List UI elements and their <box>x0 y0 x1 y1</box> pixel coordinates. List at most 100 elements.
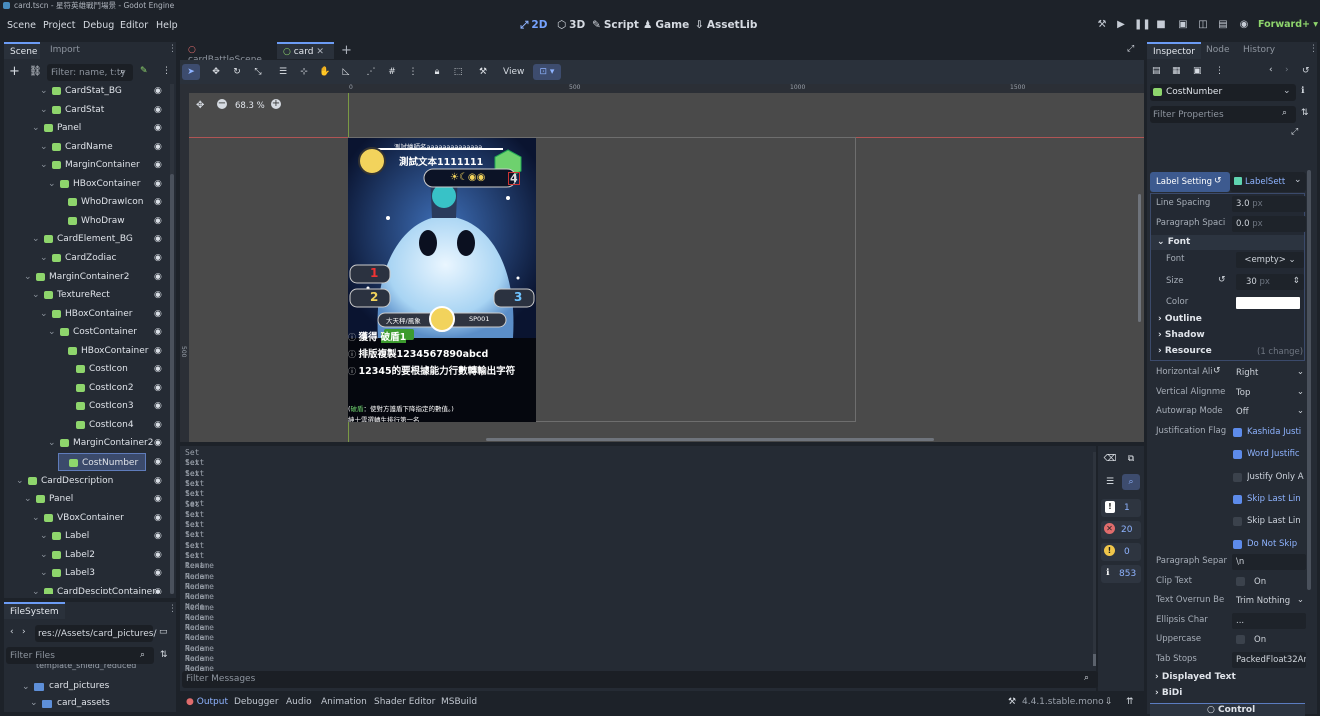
visibility-icon[interactable]: ◉ <box>154 327 163 337</box>
paragraph-spacing-row[interactable]: Paragraph Spaci 0.0 px <box>1150 214 1307 234</box>
tree-node[interactable]: ⌄ HBoxContainer <box>48 175 150 193</box>
resource-section[interactable]: › Resource <box>1158 346 1212 356</box>
fs-folder-card-assets[interactable]: ⌄ card_assets <box>30 698 170 712</box>
stop-icon[interactable]: ■ <box>1154 19 1168 32</box>
bone-icon[interactable]: ⚒ <box>474 64 492 80</box>
justification-flag[interactable]: Justify Only A <box>1230 468 1304 486</box>
tab-output[interactable]: ● Output <box>186 697 228 707</box>
back-icon[interactable]: ‹ <box>10 627 14 637</box>
fs-menu-icon[interactable]: ⋮ <box>168 604 177 614</box>
tree-node[interactable]: HBoxContainer <box>58 342 150 360</box>
error-count-toggle[interactable]: ✕ 20 <box>1101 521 1141 539</box>
copy-output-icon[interactable]: ⧉ <box>1122 451 1140 467</box>
property-settings-icon[interactable]: ⇅ <box>1301 108 1309 118</box>
menu-scene[interactable]: Scene <box>7 20 36 31</box>
remote-debug-icon[interactable]: ⚒ <box>1095 19 1109 32</box>
label-settings-resource[interactable]: LabelSett ⌄ <box>1230 172 1306 192</box>
smart-snap-icon[interactable]: ⋰ <box>362 64 380 80</box>
pause-icon[interactable]: ❚❚ <box>1134 19 1151 32</box>
tree-node[interactable]: ⌄ MarginContainer <box>40 156 150 174</box>
canvas-viewport[interactable]: 0 500 1000 1500 500 ✥ − 68.3 % + 測試繪師名aa… <box>180 84 1144 442</box>
visibility-icon[interactable]: ◉ <box>154 568 163 578</box>
visibility-icon[interactable]: ◉ <box>154 253 163 263</box>
visibility-icon[interactable]: ◉ <box>154 234 163 244</box>
open-resource-icon[interactable]: ▦ <box>1172 66 1181 76</box>
filter-search-icon[interactable]: ⌕ <box>1122 474 1140 490</box>
resource-menu-icon[interactable]: ⋮ <box>1215 66 1224 76</box>
workspace-script[interactable]: ✎ Script <box>592 19 639 31</box>
font-row[interactable]: Font <empty> ⌄ <box>1150 250 1307 270</box>
play-scene-icon[interactable]: ◫ <box>1196 19 1210 32</box>
tree-node[interactable]: ⌄ HBoxContainer <box>40 305 150 323</box>
visibility-icon[interactable]: ◉ <box>154 290 163 300</box>
expand-panel-icon[interactable]: ⇈ <box>1126 697 1134 707</box>
tree-node[interactable]: ⌄ CardZodiac <box>40 249 150 267</box>
rotate-tool-icon[interactable]: ↻ <box>228 64 246 80</box>
tree-node[interactable]: ⌄ CostContainer <box>48 323 150 341</box>
tree-node[interactable]: ⌄ Panel <box>24 490 150 508</box>
pin-icon[interactable]: ⇩ <box>1105 697 1113 707</box>
visibility-icon[interactable]: ◉ <box>154 550 163 560</box>
fs-item[interactable]: template_shield_reduced <box>36 664 166 672</box>
add-node-icon[interactable]: + <box>9 64 20 79</box>
visibility-icon[interactable]: ◉ <box>154 197 163 207</box>
ellipsis-char-row[interactable]: Ellipsis Char... <box>1150 611 1307 631</box>
tab-scene[interactable]: Scene <box>4 42 40 59</box>
tree-node[interactable]: CostIcon4 <box>66 416 150 434</box>
visibility-icon[interactable]: ◉ <box>154 513 163 523</box>
script-attach-icon[interactable]: ✎ <box>140 66 148 76</box>
pan-tool-icon[interactable]: ✋ <box>316 64 334 80</box>
inspector-scrollbar[interactable] <box>1307 170 1311 590</box>
tree-node[interactable]: ⌄ CardStat <box>40 101 150 119</box>
toggle-split-icon[interactable]: ▭ <box>159 627 168 637</box>
new-tab-icon[interactable]: + <box>341 43 352 58</box>
snap-menu-icon[interactable]: ⋮ <box>404 64 422 80</box>
lock-icon[interactable]: 🔒︎ <box>428 64 446 80</box>
link-icon[interactable]: ⛓ <box>29 66 42 77</box>
tree-node[interactable]: CostIcon2 <box>66 379 150 397</box>
paragraph-separator-row[interactable]: Paragraph Separ \n <box>1150 552 1307 572</box>
visibility-icon[interactable]: ◉ <box>154 420 163 430</box>
visibility-icon[interactable]: ◉ <box>154 401 163 411</box>
cost-number[interactable]: 4 <box>508 172 520 185</box>
visibility-icon[interactable]: ◉ <box>154 86 163 96</box>
tree-node[interactable]: ⌄ VBoxContainer <box>32 509 150 527</box>
tab-filesystem[interactable]: FileSystem <box>4 602 65 619</box>
v-scrollbar[interactable] <box>1138 194 1141 322</box>
justification-flag[interactable]: Skip Last Lin <box>1230 512 1304 530</box>
menu-editor[interactable]: Editor <box>120 20 148 31</box>
ruler-tool-icon[interactable]: ◺ <box>337 64 355 80</box>
tab-shader-editor[interactable]: Shader Editor <box>374 697 435 707</box>
bidi-section[interactable]: › BiDi <box>1155 688 1182 698</box>
h-scrollbar[interactable] <box>486 438 934 441</box>
tab-cardbattlescene[interactable]: ○ cardBattleScene <box>182 42 274 65</box>
object-history-icon[interactable]: ↺ <box>1302 66 1310 76</box>
displayed-text-section[interactable]: › Displayed Text <box>1155 672 1236 682</box>
control-category[interactable]: ○ Control <box>1150 703 1305 716</box>
visibility-icon[interactable]: ◉ <box>154 587 163 594</box>
node-info-icon[interactable]: ℹ <box>1301 86 1304 96</box>
select-tool-icon[interactable]: ➤ <box>182 64 200 80</box>
output-filter-input[interactable]: Filter Messages ⌕ <box>182 671 1098 688</box>
filter-properties-input[interactable]: Filter Properties ⌕ <box>1150 106 1296 123</box>
justification-flag[interactable]: Skip Last Lin <box>1230 490 1304 508</box>
tab-history[interactable]: History <box>1237 42 1281 59</box>
info-count-toggle[interactable]: ! 1 <box>1101 499 1141 517</box>
visibility-icon[interactable]: ◉ <box>154 123 163 133</box>
tree-node[interactable]: ⌄ MarginContainer2 <box>24 268 150 286</box>
history-forward-icon[interactable]: › <box>1285 65 1289 75</box>
uppercase-row[interactable]: Uppercase On <box>1150 630 1307 650</box>
fs-folder-card-pictures[interactable]: ⌄ card_pictures <box>22 680 162 696</box>
tree-scrollbar[interactable] <box>170 84 174 594</box>
workspace-2d[interactable]: ⤢ 2D <box>520 19 547 32</box>
zoom-out-icon[interactable]: − <box>217 99 227 109</box>
visibility-icon[interactable]: ◉ <box>154 346 163 356</box>
justification-flag[interactable]: Kashida Justi <box>1230 423 1304 441</box>
zoom-level[interactable]: 68.3 % <box>235 101 265 111</box>
group-icon[interactable]: ⬚ <box>449 64 467 80</box>
tree-node[interactable]: CostNumber <box>58 453 146 471</box>
tree-node[interactable]: ⌄ Label <box>40 527 150 545</box>
tree-node[interactable]: ⌄ Label3 <box>40 564 150 582</box>
workspace-assetlib[interactable]: ⇩ AssetLib <box>695 19 757 31</box>
tab-audio[interactable]: Audio <box>286 697 312 707</box>
